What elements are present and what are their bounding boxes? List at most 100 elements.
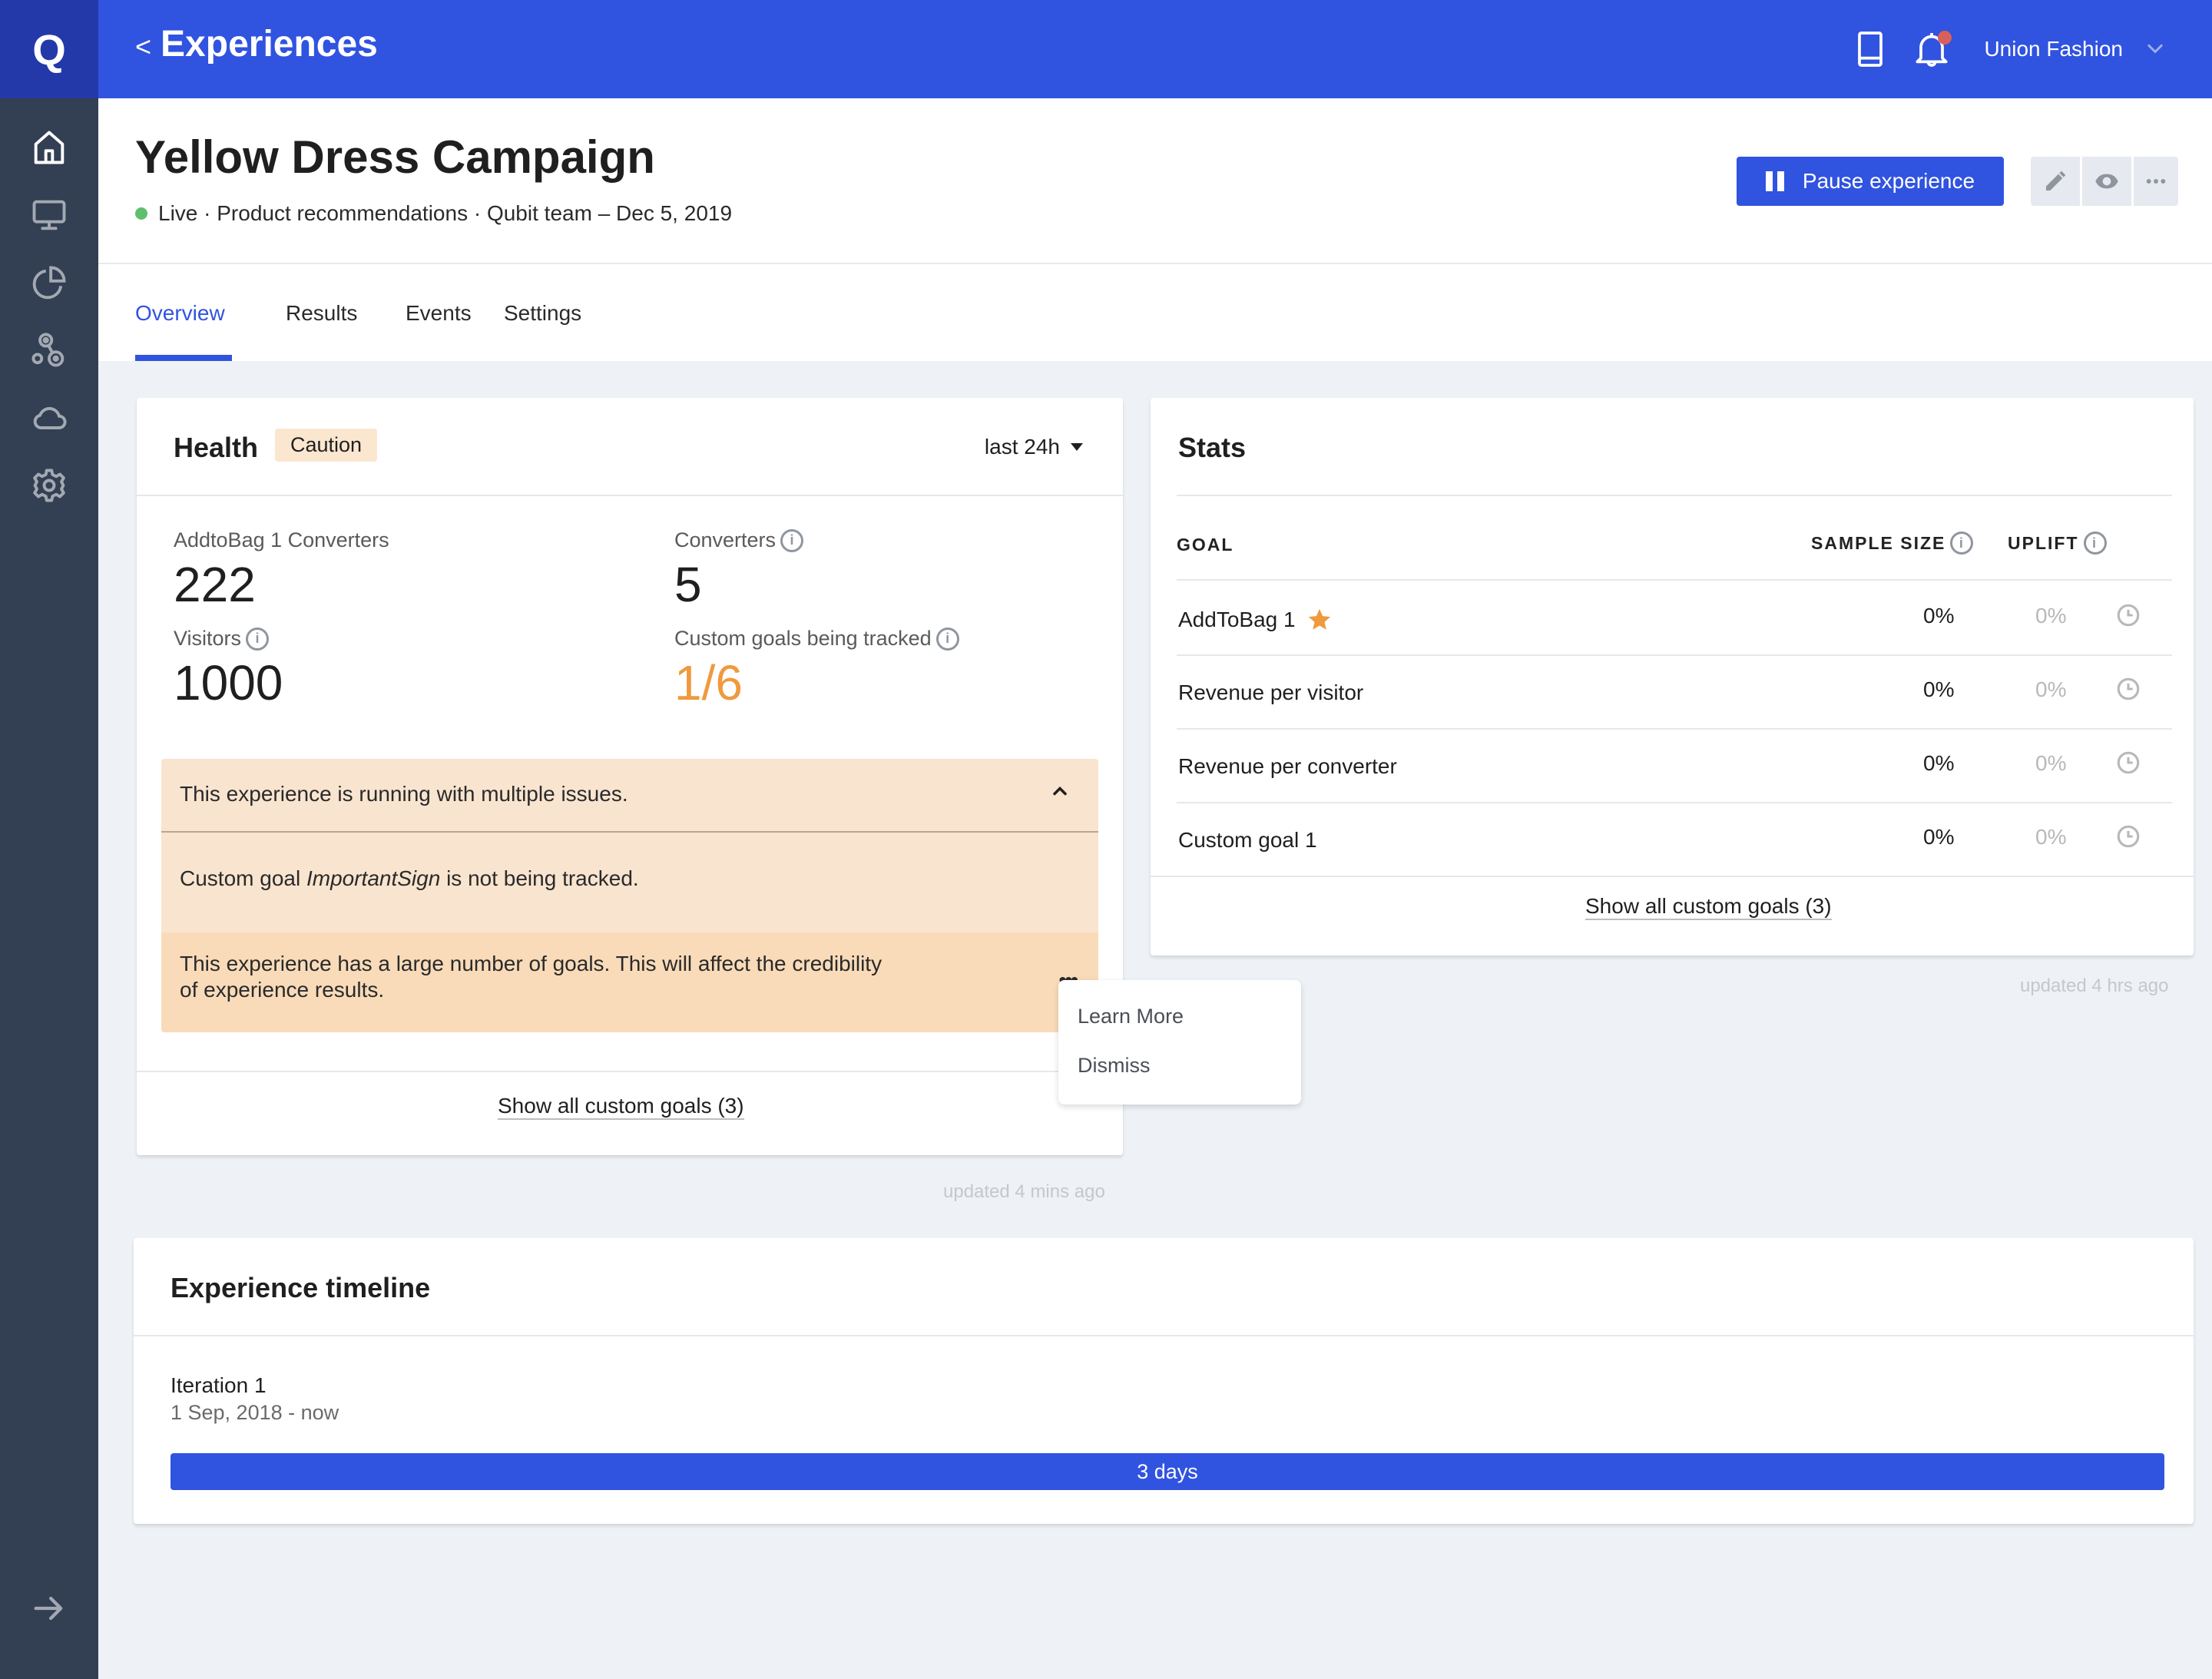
show-all-custom-goals-link[interactable]: Show all custom goals (3) xyxy=(498,1094,744,1120)
sidebar-item-data[interactable] xyxy=(26,395,72,441)
tab-settings[interactable]: Settings xyxy=(504,301,581,326)
iteration-duration: 3 days xyxy=(1137,1459,1198,1483)
uplift-value: 0% xyxy=(2035,604,2067,628)
header-divider xyxy=(98,263,2212,264)
more-icon xyxy=(2146,179,2166,184)
expand-sidebar-button[interactable] xyxy=(26,1585,72,1631)
health-divider xyxy=(137,495,1123,496)
stats-footer-divider xyxy=(1151,876,2194,877)
sample-size-value: 0% xyxy=(1923,825,1955,849)
segments-icon xyxy=(31,333,65,367)
pause-label: Pause experience xyxy=(1802,169,1975,193)
qubit-logo[interactable]: Q xyxy=(0,0,98,98)
iteration-date-range: 1 Sep, 2018 - now xyxy=(171,1401,339,1424)
iteration-name: Iteration 1 xyxy=(171,1373,267,1397)
notifications-button[interactable] xyxy=(1910,28,1953,71)
table-row[interactable]: AddToBag 1 0% 0% xyxy=(1151,581,2157,654)
metric-value-visitors: 1000 xyxy=(174,655,283,710)
clock-icon xyxy=(2117,825,2140,848)
chevron-down-icon[interactable] xyxy=(2144,38,2166,60)
menu-item-learn-more[interactable]: Learn More xyxy=(1078,1005,1184,1028)
health-card: Health Caution last 24h AddtoBag 1 Conve… xyxy=(137,398,1123,1155)
cloud-icon xyxy=(33,407,67,429)
gear-icon xyxy=(33,469,65,502)
uplift-value: 0% xyxy=(2035,751,2067,775)
stats-divider xyxy=(1177,495,2172,496)
experience-meta-text: Live · Product recommendations · Qubit t… xyxy=(158,201,733,225)
clock-icon xyxy=(2117,677,2140,700)
active-tab-indicator xyxy=(135,355,232,361)
goal-name: Revenue per visitor xyxy=(1178,681,1364,704)
sidebar-item-settings[interactable] xyxy=(26,462,72,508)
pie-chart-icon xyxy=(32,266,66,300)
time-range-value: last 24h xyxy=(984,435,1060,459)
docs-button[interactable] xyxy=(1849,28,1892,71)
column-header-sample-size: SAMPLE SIZE i xyxy=(1811,532,1974,555)
tab-overview[interactable]: Overview xyxy=(135,301,286,326)
table-row[interactable]: Revenue per converter 0% 0% xyxy=(1151,728,2157,802)
sidebar-item-insights[interactable] xyxy=(26,260,72,306)
column-header-uplift: UPLIFT i xyxy=(2008,532,2107,555)
info-icon[interactable]: i xyxy=(1950,532,1974,555)
arrow-right-icon xyxy=(34,1596,63,1621)
eye-icon xyxy=(2095,174,2118,189)
experience-actions xyxy=(2031,157,2178,206)
alert-text: Custom goal ImportantSign is not being t… xyxy=(180,866,639,890)
show-all-custom-goals-link[interactable]: Show all custom goals (3) xyxy=(1585,894,1832,920)
sample-size-value: 0% xyxy=(1923,604,1955,628)
health-updated-timestamp: updated 4 mins ago xyxy=(943,1181,1105,1202)
goal-name: Revenue per converter xyxy=(1178,754,1397,778)
goal-name: Custom goal 1 xyxy=(1178,828,1317,852)
book-icon xyxy=(1858,31,1883,67)
goal-name: AddToBag 1 xyxy=(1178,607,1333,633)
info-icon[interactable]: i xyxy=(246,627,270,651)
sidebar-item-segments[interactable] xyxy=(26,327,72,373)
metric-value-addtobag-converters: 222 xyxy=(174,557,256,612)
alert-summary[interactable]: This experience is running with multiple… xyxy=(161,759,1098,833)
health-status-badge: Caution xyxy=(275,429,378,462)
pause-experience-button[interactable]: Pause experience xyxy=(1737,157,2004,206)
timeline-card: Experience timeline Iteration 1 1 Sep, 2… xyxy=(134,1238,2194,1524)
timeline-divider xyxy=(134,1335,2194,1336)
back-chevron-icon: < xyxy=(135,31,152,62)
table-row[interactable]: Revenue per visitor 0% 0% xyxy=(1151,654,2157,728)
metric-label-visitors: Visitors i xyxy=(174,627,270,651)
star-icon xyxy=(1308,608,1330,630)
metric-value-converters: 5 xyxy=(674,557,702,612)
sidebar: Q xyxy=(0,0,98,1679)
metric-label-converters: Converters i xyxy=(674,528,804,552)
time-range-dropdown[interactable]: last 24h xyxy=(985,435,1083,459)
alert-item: Custom goal ImportantSign is not being t… xyxy=(161,833,1098,932)
iteration-bar[interactable]: 3 days xyxy=(171,1453,2164,1490)
more-actions-button[interactable] xyxy=(2134,157,2178,206)
top-right-actions: Union Fashion xyxy=(1830,28,2166,71)
top-bar: < Experiences Union Fashion xyxy=(98,0,2212,98)
logo-text: Q xyxy=(32,25,66,74)
metric-label-custom-goals: Custom goals being tracked i xyxy=(674,627,959,651)
edit-button[interactable] xyxy=(2031,157,2080,206)
tab-bar: Overview Results Events Settings xyxy=(135,301,581,326)
stats-title: Stats xyxy=(1178,432,1247,463)
sidebar-item-home[interactable] xyxy=(26,124,72,171)
info-icon[interactable]: i xyxy=(2083,532,2107,555)
sample-size-value: 0% xyxy=(1923,677,1955,701)
alert-summary-text: This experience is running with multiple… xyxy=(180,782,628,806)
page-title: Yellow Dress Campaign xyxy=(135,131,655,183)
sample-size-value: 0% xyxy=(1923,751,1955,775)
table-row[interactable]: Custom goal 1 0% 0% xyxy=(1151,802,2157,876)
tab-events[interactable]: Events xyxy=(406,301,504,326)
stats-updated-timestamp: updated 4 hrs ago xyxy=(2020,975,2169,996)
preview-button[interactable] xyxy=(2082,157,2131,206)
menu-item-dismiss[interactable]: Dismiss xyxy=(1078,1054,1151,1078)
stats-card: Stats GOAL SAMPLE SIZE i UPLIFT i AddToBag… xyxy=(1151,398,2194,955)
home-icon xyxy=(34,131,65,164)
info-icon[interactable]: i xyxy=(935,627,959,651)
back-to-experiences[interactable]: < Experiences xyxy=(135,23,378,65)
alert-options-menu: Learn More Dismiss xyxy=(1058,980,1301,1104)
tab-results[interactable]: Results xyxy=(286,301,406,326)
chevron-up-icon[interactable] xyxy=(1049,780,1071,802)
info-icon[interactable]: i xyxy=(780,528,804,552)
sidebar-item-experiences[interactable] xyxy=(26,192,72,238)
account-name[interactable]: Union Fashion xyxy=(1984,37,2123,61)
timeline-title: Experience timeline xyxy=(171,1272,431,1303)
